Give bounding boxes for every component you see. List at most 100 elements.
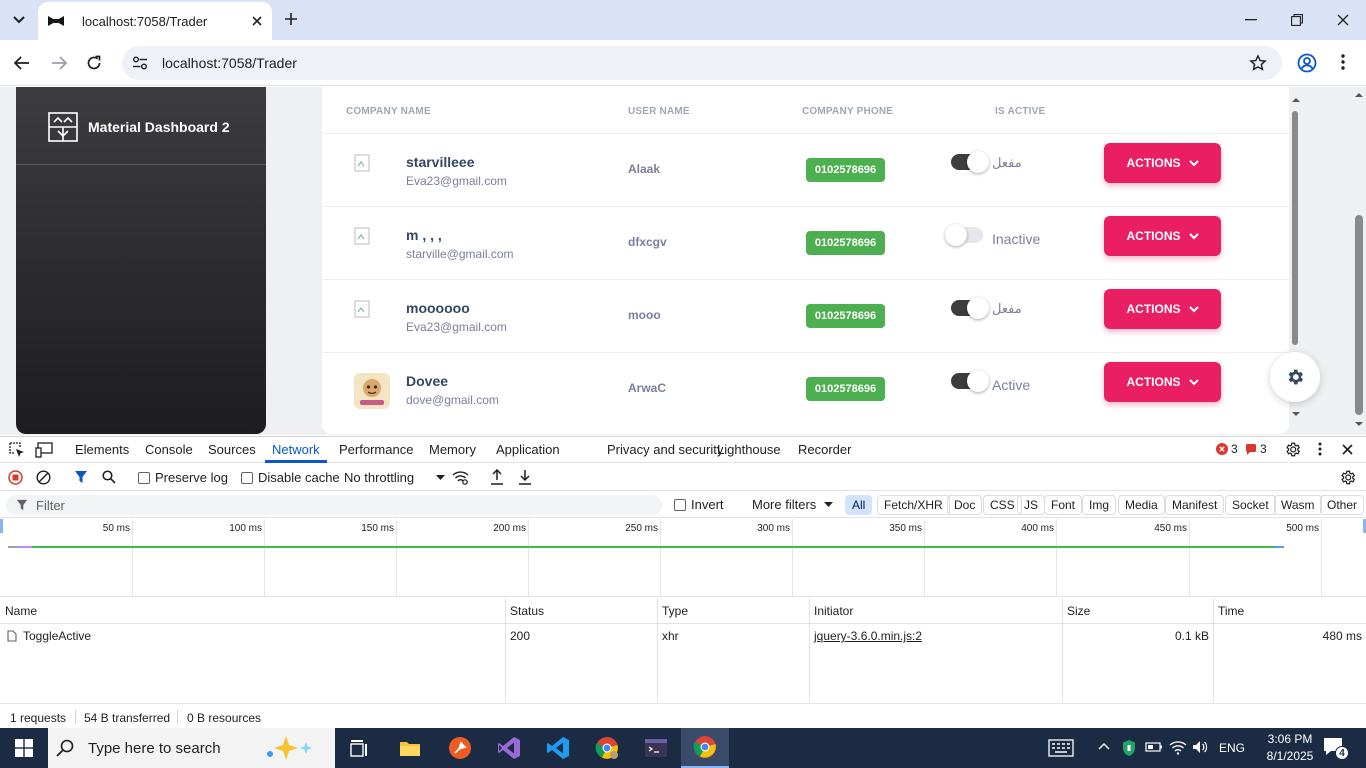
more-filters-dropdown[interactable]: More filters — [752, 497, 834, 512]
new-tab-button[interactable] — [282, 10, 300, 28]
terminal-button[interactable] — [632, 728, 680, 768]
sidebar-brand[interactable]: Material Dashboard 2 — [48, 112, 230, 142]
network-settings-icon[interactable] — [1339, 469, 1356, 486]
clock-time[interactable]: 3:06 PM — [1262, 732, 1318, 746]
filter-fetch-xhr[interactable]: Fetch/XHR — [877, 495, 950, 515]
actions-button[interactable]: ACTIONS — [1104, 362, 1221, 402]
column-status[interactable]: Status — [510, 604, 544, 618]
throttling-select[interactable]: No throttling — [344, 470, 446, 485]
devtools-tab-performance[interactable]: Performance — [339, 442, 413, 457]
close-tab-icon[interactable] — [252, 16, 262, 26]
record-stop-icon[interactable] — [8, 470, 23, 485]
wifi-icon[interactable] — [1169, 739, 1187, 755]
scroll-up-arrow-icon[interactable] — [1353, 91, 1365, 99]
visual-studio-button[interactable] — [485, 728, 533, 768]
page-scrollbar-thumb[interactable] — [1355, 215, 1363, 415]
request-initiator-link[interactable]: jquery-3.6.0.min.js:2 — [814, 629, 922, 643]
tray-chevron-up-icon[interactable] — [1098, 742, 1110, 750]
column-type[interactable]: Type — [662, 604, 688, 618]
devtools-tab-network[interactable]: Network — [272, 442, 320, 457]
disable-cache-checkbox[interactable]: Disable cache — [241, 470, 340, 485]
error-counter[interactable]: 3 — [1216, 442, 1238, 456]
filter-doc[interactable]: Doc — [947, 495, 983, 515]
request-row[interactable]: ToggleActive 200 xhr jquery-3.6.0.min.js… — [0, 625, 1366, 646]
preserve-log-checkbox[interactable]: Preserve log — [138, 470, 228, 485]
chrome-profile-button[interactable] — [583, 728, 631, 768]
download-icon[interactable] — [518, 469, 532, 485]
devtools-tab-recorder[interactable]: Recorder — [798, 442, 851, 457]
devtools-tab-application[interactable]: Application — [496, 442, 560, 457]
filter-js[interactable]: JS — [1017, 495, 1046, 515]
scroll-up-arrow-icon[interactable] — [1290, 96, 1302, 104]
filter-input[interactable]: Filter — [6, 495, 662, 515]
devtools-close-icon[interactable] — [1342, 444, 1353, 455]
filter-wasm[interactable]: Wasm — [1274, 495, 1322, 515]
notification-center-button[interactable]: 4 — [1322, 736, 1349, 760]
column-name[interactable]: Name — [5, 604, 37, 618]
actions-button[interactable]: ACTIONS — [1104, 143, 1221, 183]
back-button[interactable] — [7, 48, 37, 78]
clock-date[interactable]: 8/1/2025 — [1262, 749, 1318, 763]
browser-tab[interactable]: localhost:7058/Trader — [38, 2, 272, 40]
keyboard-layout-icon[interactable] — [1048, 739, 1074, 757]
restore-button[interactable] — [1282, 6, 1312, 34]
reload-button[interactable] — [79, 48, 109, 78]
profile-button[interactable] — [1297, 53, 1317, 73]
actions-button[interactable]: ACTIONS — [1104, 216, 1221, 256]
bookmark-button[interactable] — [1249, 54, 1267, 72]
scrollbar-thumb[interactable] — [1292, 111, 1298, 345]
browser-menu-button[interactable] — [1341, 54, 1345, 70]
task-view-button[interactable] — [336, 728, 384, 768]
active-toggle[interactable] — [951, 151, 989, 173]
device-toolbar-icon[interactable] — [35, 442, 53, 458]
devtools-tab-console[interactable]: Console — [145, 442, 193, 457]
chrome-active-button[interactable] — [681, 728, 729, 768]
search-icon[interactable] — [102, 470, 116, 484]
vscode-button[interactable] — [534, 728, 582, 768]
postman-app-button[interactable] — [436, 728, 484, 768]
battery-icon[interactable] — [1145, 741, 1163, 753]
defender-shield-icon[interactable] — [1121, 739, 1137, 757]
start-button[interactable] — [0, 728, 48, 768]
scroll-down-arrow-icon[interactable] — [1353, 420, 1365, 428]
invert-checkbox[interactable]: Invert — [674, 497, 724, 512]
issue-counter[interactable]: 3 — [1245, 442, 1267, 456]
filter-font[interactable]: Font — [1044, 495, 1083, 515]
clear-icon[interactable] — [36, 470, 51, 485]
site-settings-icon[interactable] — [132, 56, 148, 70]
active-toggle[interactable] — [951, 370, 989, 392]
address-bar[interactable]: localhost:7058/Trader — [122, 46, 1282, 80]
filter-socket[interactable]: Socket — [1225, 495, 1276, 515]
taskbar-search-box[interactable]: Type here to search — [48, 728, 335, 768]
devtools-menu-icon[interactable] — [1318, 442, 1322, 456]
column-time[interactable]: Time — [1218, 604, 1244, 618]
filter-funnel-icon[interactable] — [74, 470, 88, 484]
filter-css[interactable]: CSS — [983, 495, 1022, 515]
scroll-down-arrow-icon[interactable] — [1290, 410, 1302, 418]
filter-media[interactable]: Media — [1118, 495, 1165, 515]
network-timeline-overview[interactable]: 50 ms 100 ms 150 ms 200 ms 250 ms 300 ms… — [0, 519, 1366, 597]
language-indicator[interactable]: ENG — [1219, 741, 1245, 755]
filter-other[interactable]: Other — [1320, 495, 1365, 515]
devtools-tab-elements[interactable]: Elements — [75, 442, 129, 457]
active-toggle[interactable] — [951, 297, 989, 319]
column-size[interactable]: Size — [1067, 604, 1090, 618]
filter-all[interactable]: All — [845, 495, 873, 515]
settings-fab[interactable] — [1270, 352, 1320, 402]
volume-icon[interactable] — [1192, 740, 1208, 754]
inspect-element-icon[interactable] — [9, 442, 25, 458]
devtools-tab-sources[interactable]: Sources — [208, 442, 256, 457]
filter-img[interactable]: Img — [1082, 495, 1117, 515]
minimize-button[interactable] — [1236, 6, 1266, 34]
filter-manifest[interactable]: Manifest — [1165, 495, 1225, 515]
tab-search-button[interactable] — [6, 8, 32, 32]
active-toggle[interactable] — [945, 224, 983, 246]
devtools-settings-icon[interactable] — [1284, 441, 1301, 458]
timeline-handle-left[interactable] — [0, 519, 3, 533]
network-conditions-icon[interactable] — [452, 470, 469, 485]
devtools-tab-lighthouse[interactable]: Lighthouse — [717, 442, 781, 457]
actions-button[interactable]: ACTIONS — [1104, 289, 1221, 329]
column-initiator[interactable]: Initiator — [814, 604, 853, 618]
page-scrollbar[interactable] — [1352, 87, 1366, 435]
close-window-button[interactable] — [1328, 6, 1358, 34]
